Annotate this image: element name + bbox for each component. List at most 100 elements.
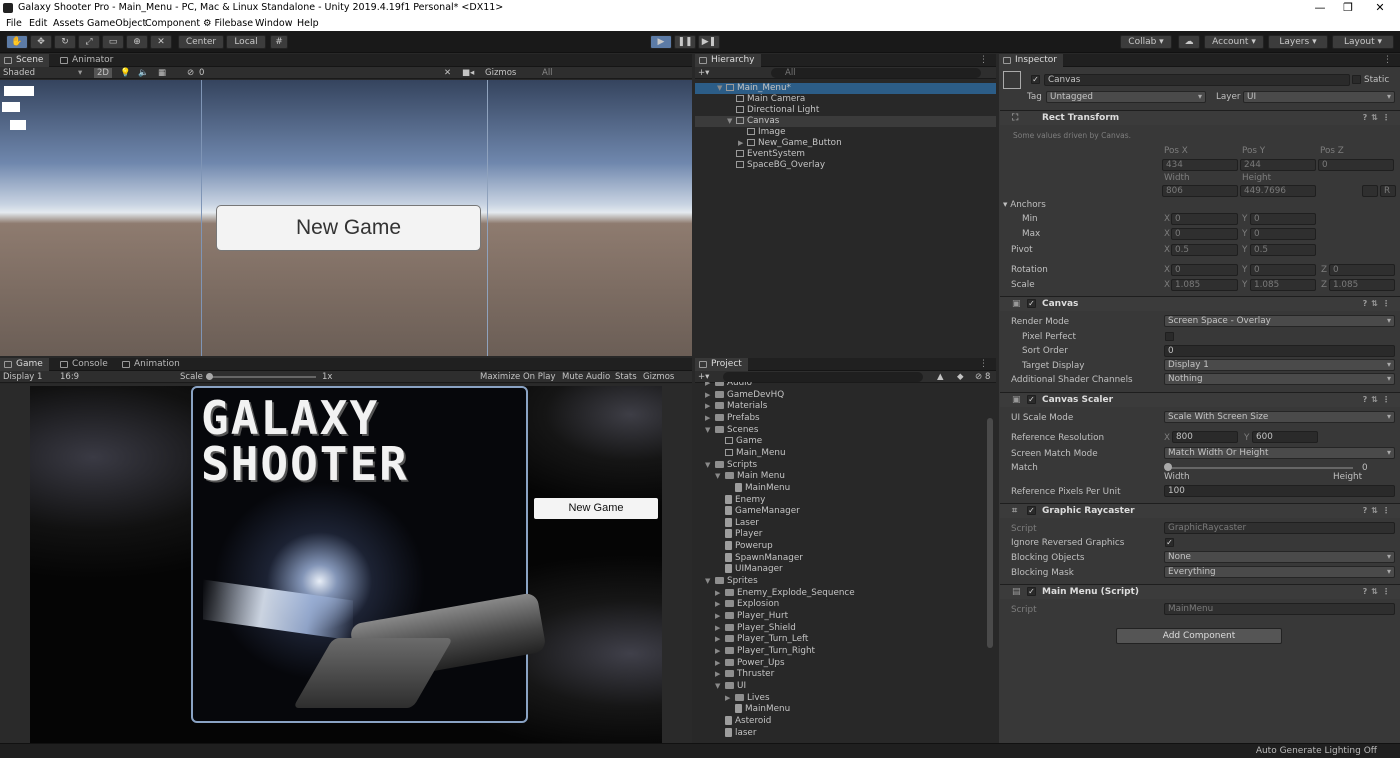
transform-tool-icon[interactable]: ⊕ <box>126 35 148 49</box>
menu-edit[interactable]: Edit <box>29 18 47 29</box>
play-button[interactable]: ▶ <box>650 35 672 49</box>
rotate-tool-icon[interactable]: ↻ <box>54 35 76 49</box>
menu-filebase[interactable]: ⚙ Filebase <box>203 18 253 29</box>
project-item[interactable]: ▼ Scripts <box>695 460 985 471</box>
scale-slider[interactable] <box>206 376 316 378</box>
tab-inspector[interactable]: Inspector <box>999 54 1063 67</box>
game-gizmos-dropdown[interactable]: Gizmos <box>643 372 674 382</box>
expand-arrow-icon[interactable]: ▶ <box>705 390 710 401</box>
expand-arrow-icon[interactable]: ▶ <box>715 611 720 622</box>
expand-arrow-icon[interactable]: ▼ <box>705 576 710 587</box>
project-item[interactable]: ▶ Prefabs <box>695 413 985 424</box>
grid-snap-icon[interactable]: # <box>270 35 288 49</box>
expand-arrow-icon[interactable]: ▶ <box>725 693 730 704</box>
project-scrollbar[interactable] <box>987 418 993 648</box>
hierarchy-item-spacebg-overlay[interactable]: SpaceBG_Overlay <box>695 160 996 171</box>
pixel-perfect-checkbox[interactable] <box>1165 332 1174 341</box>
project-item[interactable]: ▶ Lives <box>695 693 985 704</box>
component-menu-icons[interactable]: ?⇅⋮ <box>1363 393 1394 407</box>
expand-arrow-icon[interactable]: ▼ <box>705 425 710 436</box>
screen-match-mode-dropdown[interactable]: Match Width Or Height <box>1164 447 1395 459</box>
project-item[interactable]: ▼ Main Menu <box>695 471 985 482</box>
expand-arrow-icon[interactable]: ▼ <box>715 471 720 482</box>
tag-dropdown[interactable]: Untagged <box>1046 91 1206 103</box>
scale-tool-icon[interactable]: ⤢ <box>78 35 100 49</box>
maximize-on-play-toggle[interactable]: Maximize On Play <box>480 372 555 382</box>
step-button[interactable]: ▶❚ <box>698 35 720 49</box>
menu-component[interactable]: Component <box>145 18 200 29</box>
scale-x-field[interactable]: 1.085 <box>1171 279 1238 291</box>
project-item[interactable]: ▶ Thruster <box>695 669 985 680</box>
project-item[interactable]: ▶ Player_Turn_Right <box>695 646 985 657</box>
min-y-field[interactable]: 0 <box>1250 213 1316 225</box>
width-field[interactable]: 806 <box>1162 185 1238 197</box>
pause-button[interactable]: ❚❚ <box>674 35 696 49</box>
static-checkbox[interactable] <box>1352 75 1361 84</box>
expand-arrow-icon[interactable]: ▶ <box>715 634 720 645</box>
match-slider-thumb[interactable] <box>1164 463 1172 471</box>
match-slider-track[interactable] <box>1167 467 1353 469</box>
game-new-game-button[interactable]: New Game <box>534 498 658 519</box>
custom-tool-icon[interactable]: ✕ <box>150 35 172 49</box>
move-tool-icon[interactable]: ✥ <box>30 35 52 49</box>
shading-mode-dropdown[interactable]: Shaded <box>3 68 35 78</box>
canvas-component-header[interactable]: ▣ ✓ Canvas ?⇅⋮ <box>1000 296 1400 311</box>
expand-arrow-icon[interactable]: ▶ <box>715 646 720 657</box>
hierarchy-item-image[interactable]: Image <box>695 127 996 138</box>
ignore-reversed-checkbox[interactable]: ✓ <box>1165 538 1174 547</box>
project-item[interactable]: ▼ Sprites <box>695 576 985 587</box>
project-item[interactable]: UIManager <box>695 564 985 575</box>
lighting-icon[interactable]: 💡 <box>120 68 131 78</box>
hidden-objects-icon[interactable]: ⊘ <box>187 68 194 78</box>
tab-game[interactable]: Game <box>0 358 49 371</box>
pivot-local-button[interactable]: Local <box>226 35 266 49</box>
project-item[interactable]: Powerup <box>695 541 985 552</box>
filter-label-icon[interactable]: ◆ <box>957 372 964 382</box>
project-item[interactable]: SpawnManager <box>695 552 985 564</box>
project-item[interactable]: Enemy <box>695 494 985 506</box>
rot-x-field[interactable]: 0 <box>1171 264 1238 276</box>
expand-arrow-icon[interactable]: ▼ <box>705 460 710 471</box>
project-item[interactable]: Game <box>695 436 985 447</box>
rect-tool-icon[interactable]: ▭ <box>102 35 124 49</box>
display-dropdown[interactable]: Display 1 <box>3 372 42 382</box>
expand-arrow-icon[interactable]: ▼ <box>727 116 732 127</box>
collab-button[interactable]: Collab ▾ <box>1120 35 1172 49</box>
tab-project[interactable]: Project <box>695 358 748 371</box>
scene-new-game-button[interactable]: New Game <box>216 205 481 251</box>
expand-arrow-icon[interactable]: ▼ <box>717 83 722 94</box>
game-view[interactable]: GALAXY SHOOTER New Game <box>30 386 662 743</box>
hand-tool-icon[interactable]: ✋ <box>6 35 28 49</box>
menu-file[interactable]: File <box>6 18 22 29</box>
pivot-center-button[interactable]: Center <box>178 35 224 49</box>
panel-menu-icon[interactable]: ⋮ <box>979 55 988 65</box>
project-item[interactable]: ▶ GameDevHQ <box>695 390 985 401</box>
expand-arrow-icon[interactable]: ▼ <box>715 681 720 692</box>
pivot-y-field[interactable]: 0.5 <box>1250 244 1316 256</box>
effects-icon[interactable]: ▦ <box>158 68 166 78</box>
component-menu-icons[interactable]: ?⇅⋮ <box>1363 111 1394 125</box>
project-item[interactable]: ▶ Player_Hurt <box>695 611 985 622</box>
blocking-objects-dropdown[interactable]: None <box>1164 551 1395 563</box>
raw-edit-button[interactable]: R <box>1380 185 1396 197</box>
project-item[interactable]: Asteroid <box>695 715 985 727</box>
min-x-field[interactable]: 0 <box>1171 213 1238 225</box>
aspect-dropdown[interactable]: 16:9 <box>60 372 79 382</box>
expand-arrow-icon[interactable]: ▶ <box>715 623 720 634</box>
project-item[interactable]: ▶ Power_Ups <box>695 658 985 669</box>
tools-icon[interactable]: ✕ <box>444 68 451 78</box>
raycaster-enabled-checkbox[interactable]: ✓ <box>1027 506 1036 515</box>
tab-hierarchy[interactable]: Hierarchy <box>695 54 761 67</box>
render-mode-dropdown[interactable]: Screen Space - Overlay <box>1164 315 1395 327</box>
reference-y-field[interactable]: 600 <box>1252 431 1318 443</box>
max-y-field[interactable]: 0 <box>1250 228 1316 240</box>
hidden-packages-icon[interactable]: ⊘ <box>975 372 982 382</box>
tab-animation[interactable]: Animation <box>118 358 186 371</box>
project-item[interactable]: ▼ Scenes <box>695 425 985 436</box>
filter-type-icon[interactable]: ▲ <box>937 372 944 382</box>
height-field[interactable]: 449.7696 <box>1240 185 1316 197</box>
stats-toggle[interactable]: Stats <box>615 372 637 382</box>
expand-arrow-icon[interactable]: ▶ <box>715 599 720 610</box>
expand-arrow-icon[interactable]: ▶ <box>705 382 710 389</box>
account-dropdown[interactable]: Account ▾ <box>1204 35 1264 49</box>
